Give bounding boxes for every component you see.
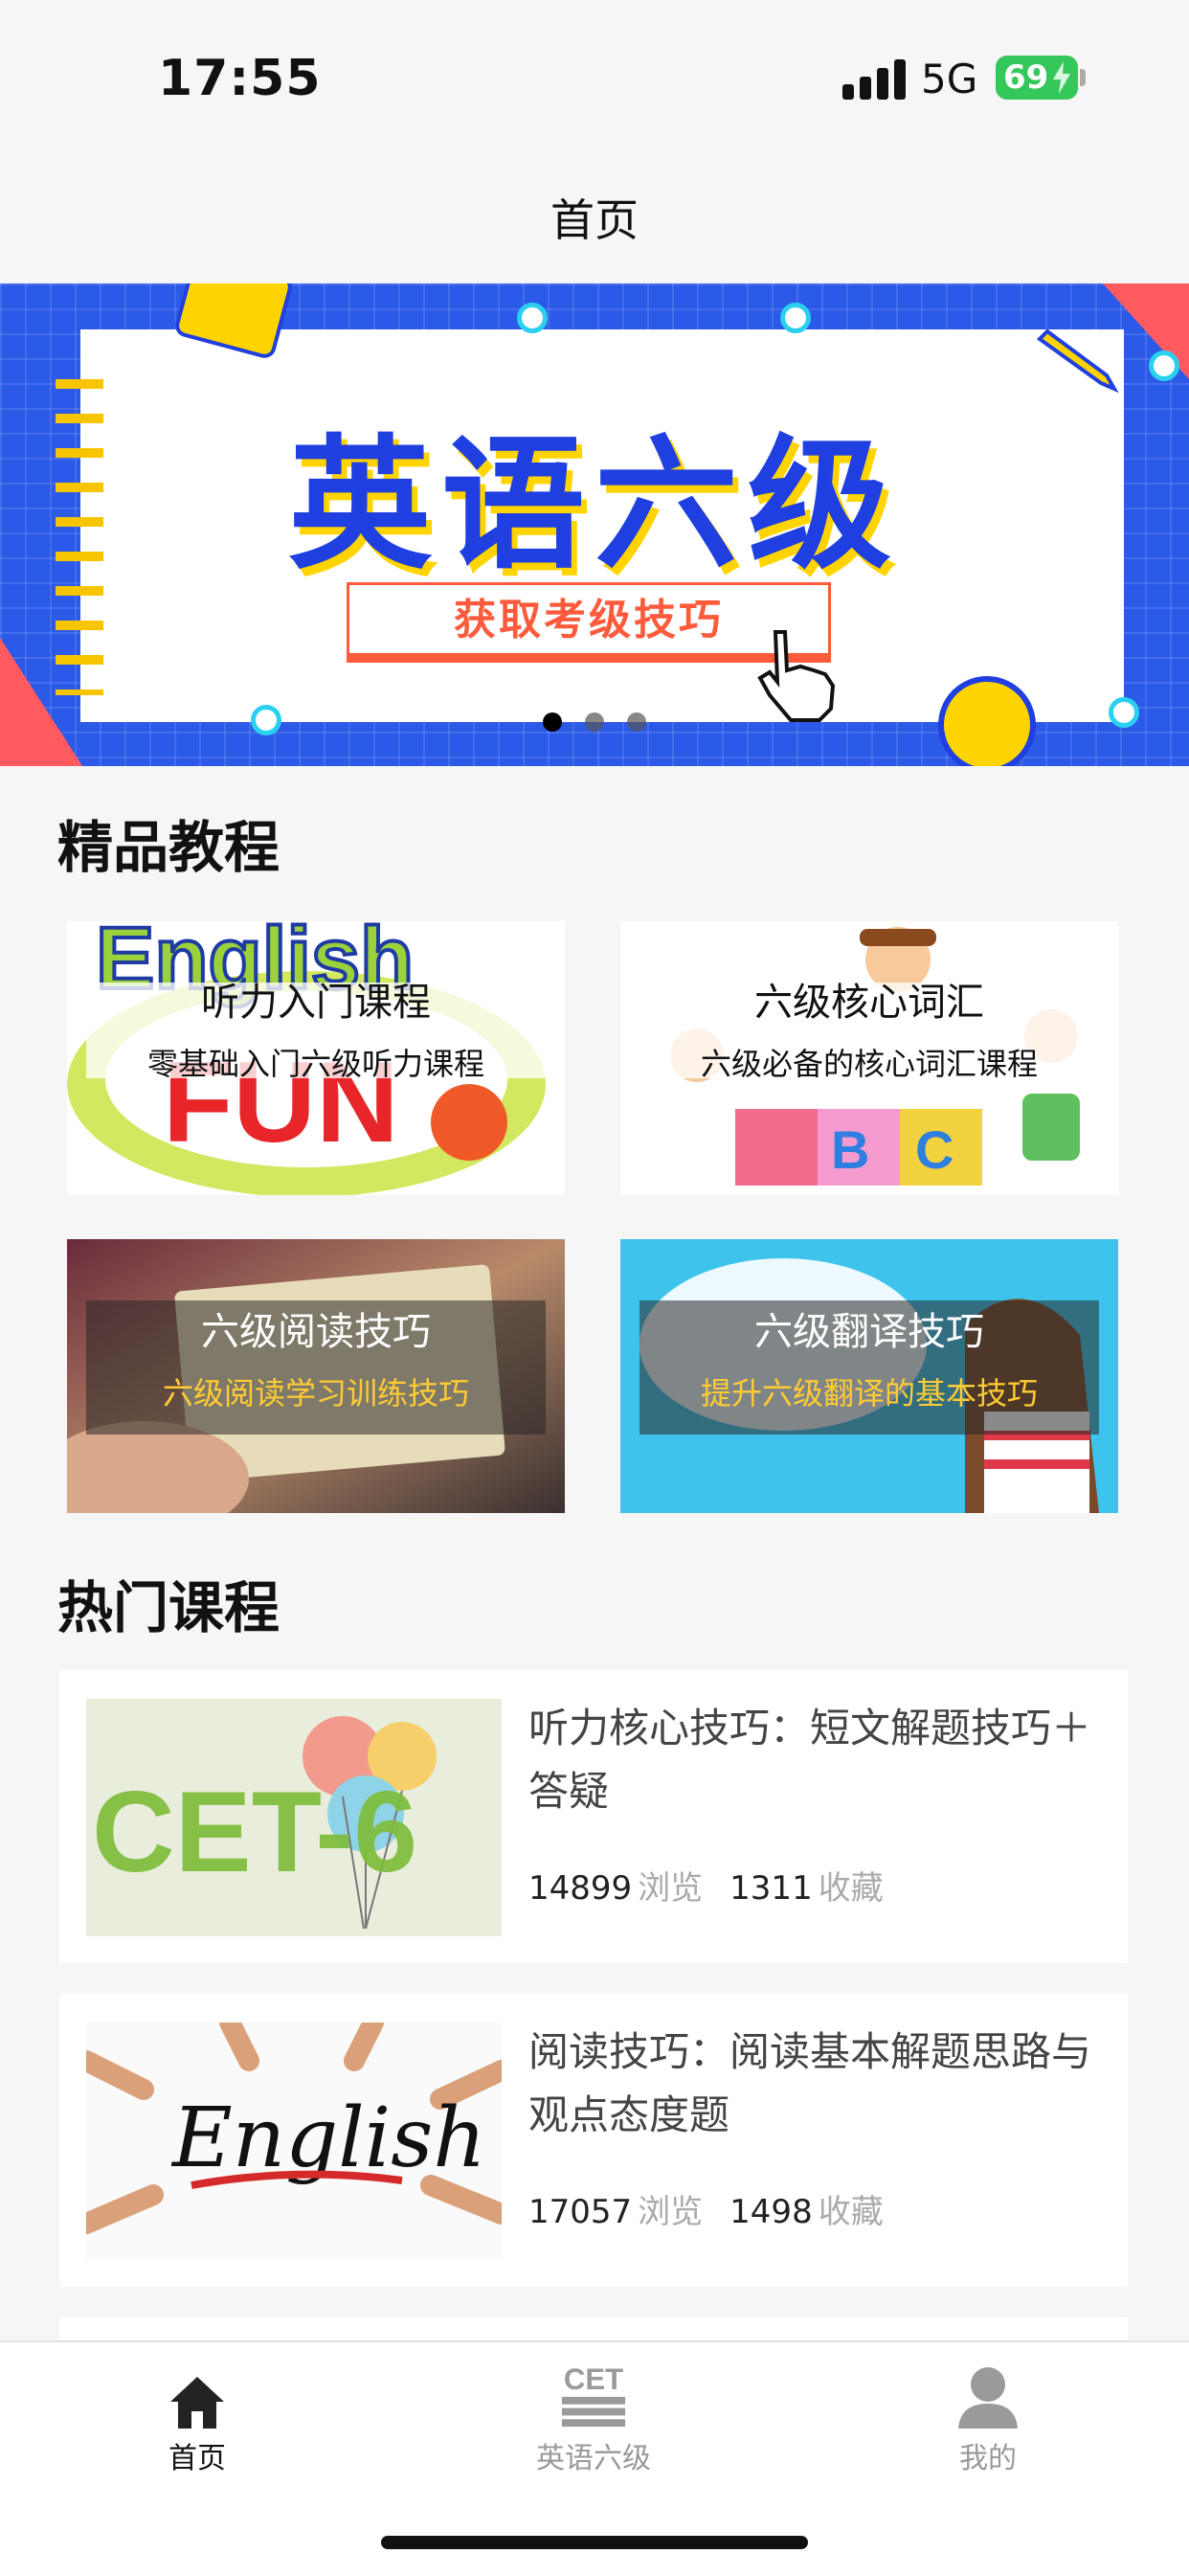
course-card[interactable]: English 阅读技巧：阅读基本解题思路与观点态度题 17057 浏览 1498 收… [59, 1994, 1128, 2287]
battery-indicator: 69 [996, 56, 1086, 100]
tile-caption: 六级核心词汇 六级必备的核心词汇课程 [620, 971, 1118, 1084]
tile-title: 六级核心词汇 [754, 981, 984, 1025]
tile-caption: 听力入门课程 零基础入门六级听力课程 [67, 971, 565, 1084]
english-hands-image: English [86, 2022, 502, 2260]
status-bar: 17:55 5G 69 [0, 0, 1189, 144]
tile-caption: 六级翻译技巧 提升六级翻译的基本技巧 [620, 1300, 1118, 1413]
user-icon [958, 2367, 1018, 2429]
featured-tile-translation[interactable]: 六级翻译技巧 提升六级翻译的基本技巧 [620, 1239, 1118, 1513]
view-label: 浏览 [638, 2193, 704, 2231]
page-title: 首页 [550, 194, 639, 246]
carousel-dot[interactable] [585, 712, 604, 732]
favorite-label: 收藏 [818, 1869, 884, 1908]
carousel-dot[interactable] [627, 712, 646, 732]
ring-decoration [1149, 350, 1179, 381]
tile-subtitle: 零基础入门六级听力课程 [146, 1046, 484, 1082]
view-count: 14899 [528, 1869, 633, 1908]
signal-icon [842, 59, 906, 100]
course-stats: 14899 浏览 1311 收藏 [528, 1862, 910, 1909]
battery-cap [1080, 69, 1086, 86]
featured-tile-vocabulary[interactable]: B C 六级核心词汇 六级必备的核心词汇课程 [620, 921, 1118, 1195]
favorite-count: 1498 [729, 2193, 813, 2231]
svg-text:B: B [831, 1119, 869, 1180]
course-title: 阅读技巧：阅读基本解题思路与观点态度题 [528, 2028, 1092, 2138]
tab-label: 英语六级 [536, 2442, 651, 2475]
featured-tile-reading[interactable]: 六级阅读技巧 六级阅读学习训练技巧 [67, 1239, 565, 1513]
course-thumbnail: CET-6 [86, 1699, 502, 1936]
cet-icon-text: CET [564, 2362, 623, 2396]
svg-text:C: C [915, 1119, 953, 1180]
course-stats: 17057 浏览 1498 收藏 [528, 2185, 910, 2232]
home-indicator[interactable] [381, 2536, 808, 2549]
tile-title: 听力入门课程 [201, 981, 431, 1025]
carousel-indicators [0, 712, 1189, 735]
cet-icon: CET [561, 2362, 626, 2428]
course-thumbnail: English [86, 2022, 502, 2260]
section-title-featured: 精品教程 [57, 815, 280, 880]
thumb-text: CET-6 [92, 1768, 417, 1896]
view-label: 浏览 [638, 1869, 704, 1908]
tab-profile[interactable]: 我的 [873, 2361, 1103, 2476]
banner-carousel[interactable]: 英语六级 获取考级技巧 [0, 283, 1189, 766]
tile-caption: 六级阅读技巧 六级阅读学习训练技巧 [67, 1300, 565, 1413]
nav-bar: 首页 [0, 144, 1189, 283]
course-card[interactable]: CET-6 听力核心技巧：短文解题技巧＋答疑 14899 浏览 1311 收藏 [59, 1670, 1128, 1963]
banner-headline: 英语六级 [287, 422, 901, 589]
ring-decoration [517, 303, 548, 333]
status-time: 17:55 [158, 50, 322, 107]
tile-title: 六级翻译技巧 [754, 1310, 984, 1354]
section-title-hot: 热门课程 [57, 1575, 280, 1640]
network-type: 5G [921, 56, 978, 102]
tile-title: 六级阅读技巧 [201, 1310, 431, 1354]
cet6-balloons-image: CET-6 [86, 1699, 502, 1936]
favorite-label: 收藏 [818, 2193, 884, 2231]
tab-cet6[interactable]: CET 英语六级 [479, 2361, 708, 2476]
pencil-icon [1036, 329, 1119, 394]
tab-label: 我的 [959, 2442, 1017, 2475]
tab-label: 首页 [168, 2442, 226, 2475]
home-icon [170, 2377, 224, 2429]
tab-home[interactable]: 首页 [82, 2361, 312, 2476]
tile-subtitle: 六级必备的核心词汇课程 [700, 1046, 1038, 1082]
charging-icon [1053, 61, 1070, 94]
battery-level: 69 [1003, 58, 1049, 97]
tile-subtitle: 六级阅读学习训练技巧 [162, 1375, 469, 1412]
pointer-hand-icon [757, 630, 836, 722]
ring-decoration [780, 303, 811, 333]
favorite-count: 1311 [729, 1869, 813, 1908]
featured-tile-listening[interactable]: English FUN 听力入门课程 零基础入门六级听力课程 [67, 921, 565, 1195]
view-count: 17057 [528, 2193, 633, 2231]
tile-subtitle: 提升六级翻译的基本技巧 [700, 1375, 1038, 1412]
carousel-dot[interactable] [543, 712, 562, 732]
course-title: 听力核心技巧：短文解题技巧＋答疑 [528, 1705, 1092, 1815]
